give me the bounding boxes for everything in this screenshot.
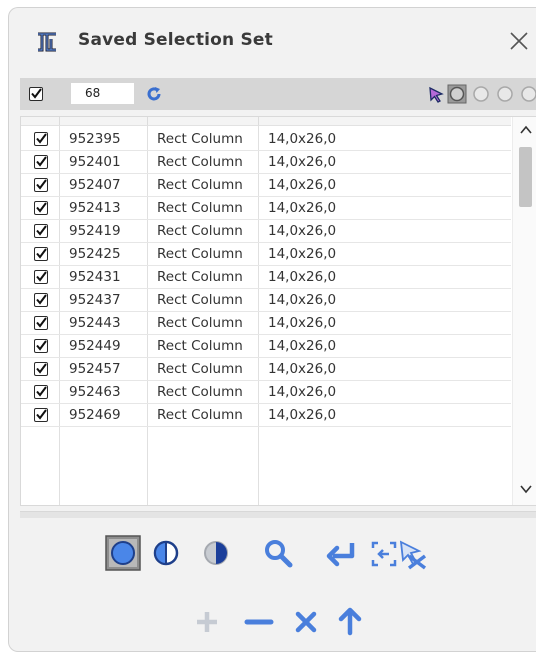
row-type: Rect Column: [157, 407, 243, 423]
select-all-checkbox[interactable]: [29, 87, 43, 101]
table-row[interactable]: 952419 Rect Column 14,0x26,0: [21, 220, 511, 243]
zoom-icon[interactable]: [263, 538, 293, 568]
table-row[interactable]: 952443 Rect Column 14,0x26,0: [21, 312, 511, 335]
row-checkbox[interactable]: [34, 385, 48, 399]
row-size: 14,0x26,0: [268, 154, 337, 170]
x-icon[interactable]: [294, 610, 318, 634]
table-row[interactable]: 952449 Rect Column 14,0x26,0: [21, 335, 511, 358]
row-size: 14,0x26,0: [268, 361, 337, 377]
arrow-up-icon[interactable]: [338, 606, 362, 636]
table-row[interactable]: 952431 Rect Column 14,0x26,0: [21, 266, 511, 289]
row-type: Rect Column: [157, 200, 243, 216]
row-id: 952407: [69, 177, 121, 193]
row-type: Rect Column: [157, 361, 243, 377]
list-toolbar: 68: [20, 78, 536, 110]
row-id: 952457: [69, 361, 121, 377]
table-row[interactable]: 952463 Rect Column 14,0x26,0: [21, 381, 511, 404]
row-checkbox[interactable]: [34, 178, 48, 192]
half-circle-right-icon[interactable]: [495, 84, 515, 104]
row-checkbox[interactable]: [34, 247, 48, 261]
row-id: 952413: [69, 200, 121, 216]
close-icon[interactable]: [508, 30, 530, 52]
row-type: Rect Column: [157, 223, 243, 239]
refresh-icon[interactable]: [146, 86, 162, 102]
row-size: 14,0x26,0: [268, 223, 337, 239]
row-id: 952419: [69, 223, 121, 239]
selection-list: 952395 Rect Column 14,0x26,0 952401 Rect Col…: [20, 116, 536, 506]
select-all-button[interactable]: [105, 535, 141, 571]
row-type: Rect Column: [157, 246, 243, 262]
row-size: 14,0x26,0: [268, 246, 337, 262]
row-size: 14,0x26,0: [268, 269, 337, 285]
scrollbar-thumb[interactable]: [519, 147, 532, 207]
row-id: 952443: [69, 315, 121, 331]
row-type: Rect Column: [157, 292, 243, 308]
row-type: Rect Column: [157, 315, 243, 331]
row-type: Rect Column: [157, 177, 243, 193]
row-type: Rect Column: [157, 384, 243, 400]
row-id: 952395: [69, 131, 121, 147]
row-type: Rect Column: [157, 269, 243, 285]
row-checkbox[interactable]: [34, 155, 48, 169]
row-size: 14,0x26,0: [268, 177, 337, 193]
select-left-half-button[interactable]: [151, 538, 181, 568]
row-checkbox[interactable]: [34, 339, 48, 353]
selection-count-field[interactable]: 68: [71, 83, 134, 104]
scroll-up-icon[interactable]: [520, 125, 532, 135]
title-bar: Saved Selection Set: [9, 8, 536, 72]
row-checkbox[interactable]: [34, 270, 48, 284]
row-size: 14,0x26,0: [268, 315, 337, 331]
table-row[interactable]: 952401 Rect Column 14,0x26,0: [21, 151, 511, 174]
list-scrollbar[interactable]: [512, 117, 536, 505]
select-right-half-button[interactable]: [201, 538, 231, 568]
row-checkbox[interactable]: [34, 408, 48, 422]
row-id: 952437: [69, 292, 121, 308]
row-size: 14,0x26,0: [268, 200, 337, 216]
saved-selection-panel: Saved Selection Set 68 952395 Rect Colum…: [8, 7, 536, 652]
minus-icon[interactable]: [244, 610, 274, 634]
window-title: Saved Selection Set: [78, 30, 273, 50]
row-size: 14,0x26,0: [268, 407, 337, 423]
column-header: [21, 117, 511, 126]
row-id: 952469: [69, 407, 121, 423]
row-id: 952425: [69, 246, 121, 262]
plus-icon[interactable]: [195, 610, 219, 634]
row-size: 14,0x26,0: [268, 292, 337, 308]
row-type: Rect Column: [157, 154, 243, 170]
row-type: Rect Column: [157, 131, 243, 147]
select-pointer-icon[interactable]: [427, 86, 445, 104]
row-id: 952401: [69, 154, 121, 170]
row-id: 952463: [69, 384, 121, 400]
row-size: 14,0x26,0: [268, 338, 337, 354]
row-size: 14,0x26,0: [268, 131, 337, 147]
half-circle-faded-icon[interactable]: [519, 84, 536, 104]
row-id: 952431: [69, 269, 121, 285]
row-size: 14,0x26,0: [268, 384, 337, 400]
tekla-logo-icon: [38, 32, 56, 52]
select-all-mode-icon[interactable]: [447, 84, 467, 104]
table-row[interactable]: 952425 Rect Column 14,0x26,0: [21, 243, 511, 266]
row-checkbox[interactable]: [34, 132, 48, 146]
row-checkbox[interactable]: [34, 224, 48, 238]
table-row[interactable]: 952457 Rect Column 14,0x26,0: [21, 358, 511, 381]
row-checkbox[interactable]: [34, 293, 48, 307]
row-checkbox[interactable]: [34, 362, 48, 376]
table-row[interactable]: 952407 Rect Column 14,0x26,0: [21, 174, 511, 197]
deselect-pointer-icon[interactable]: [396, 538, 428, 570]
table-row[interactable]: 952395 Rect Column 14,0x26,0: [21, 128, 511, 151]
row-checkbox[interactable]: [34, 316, 48, 330]
zoom-to-selection-icon[interactable]: [371, 541, 397, 567]
scroll-down-icon[interactable]: [520, 484, 532, 494]
row-id: 952449: [69, 338, 121, 354]
enter-arrow-icon[interactable]: [325, 540, 357, 568]
row-type: Rect Column: [157, 338, 243, 354]
table-row[interactable]: 952413 Rect Column 14,0x26,0: [21, 197, 511, 220]
table-row[interactable]: 952469 Rect Column 14,0x26,0: [21, 404, 511, 427]
splitter[interactable]: [20, 511, 536, 518]
table-row[interactable]: 952437 Rect Column 14,0x26,0: [21, 289, 511, 312]
half-circle-left-icon[interactable]: [471, 84, 491, 104]
row-checkbox[interactable]: [34, 201, 48, 215]
